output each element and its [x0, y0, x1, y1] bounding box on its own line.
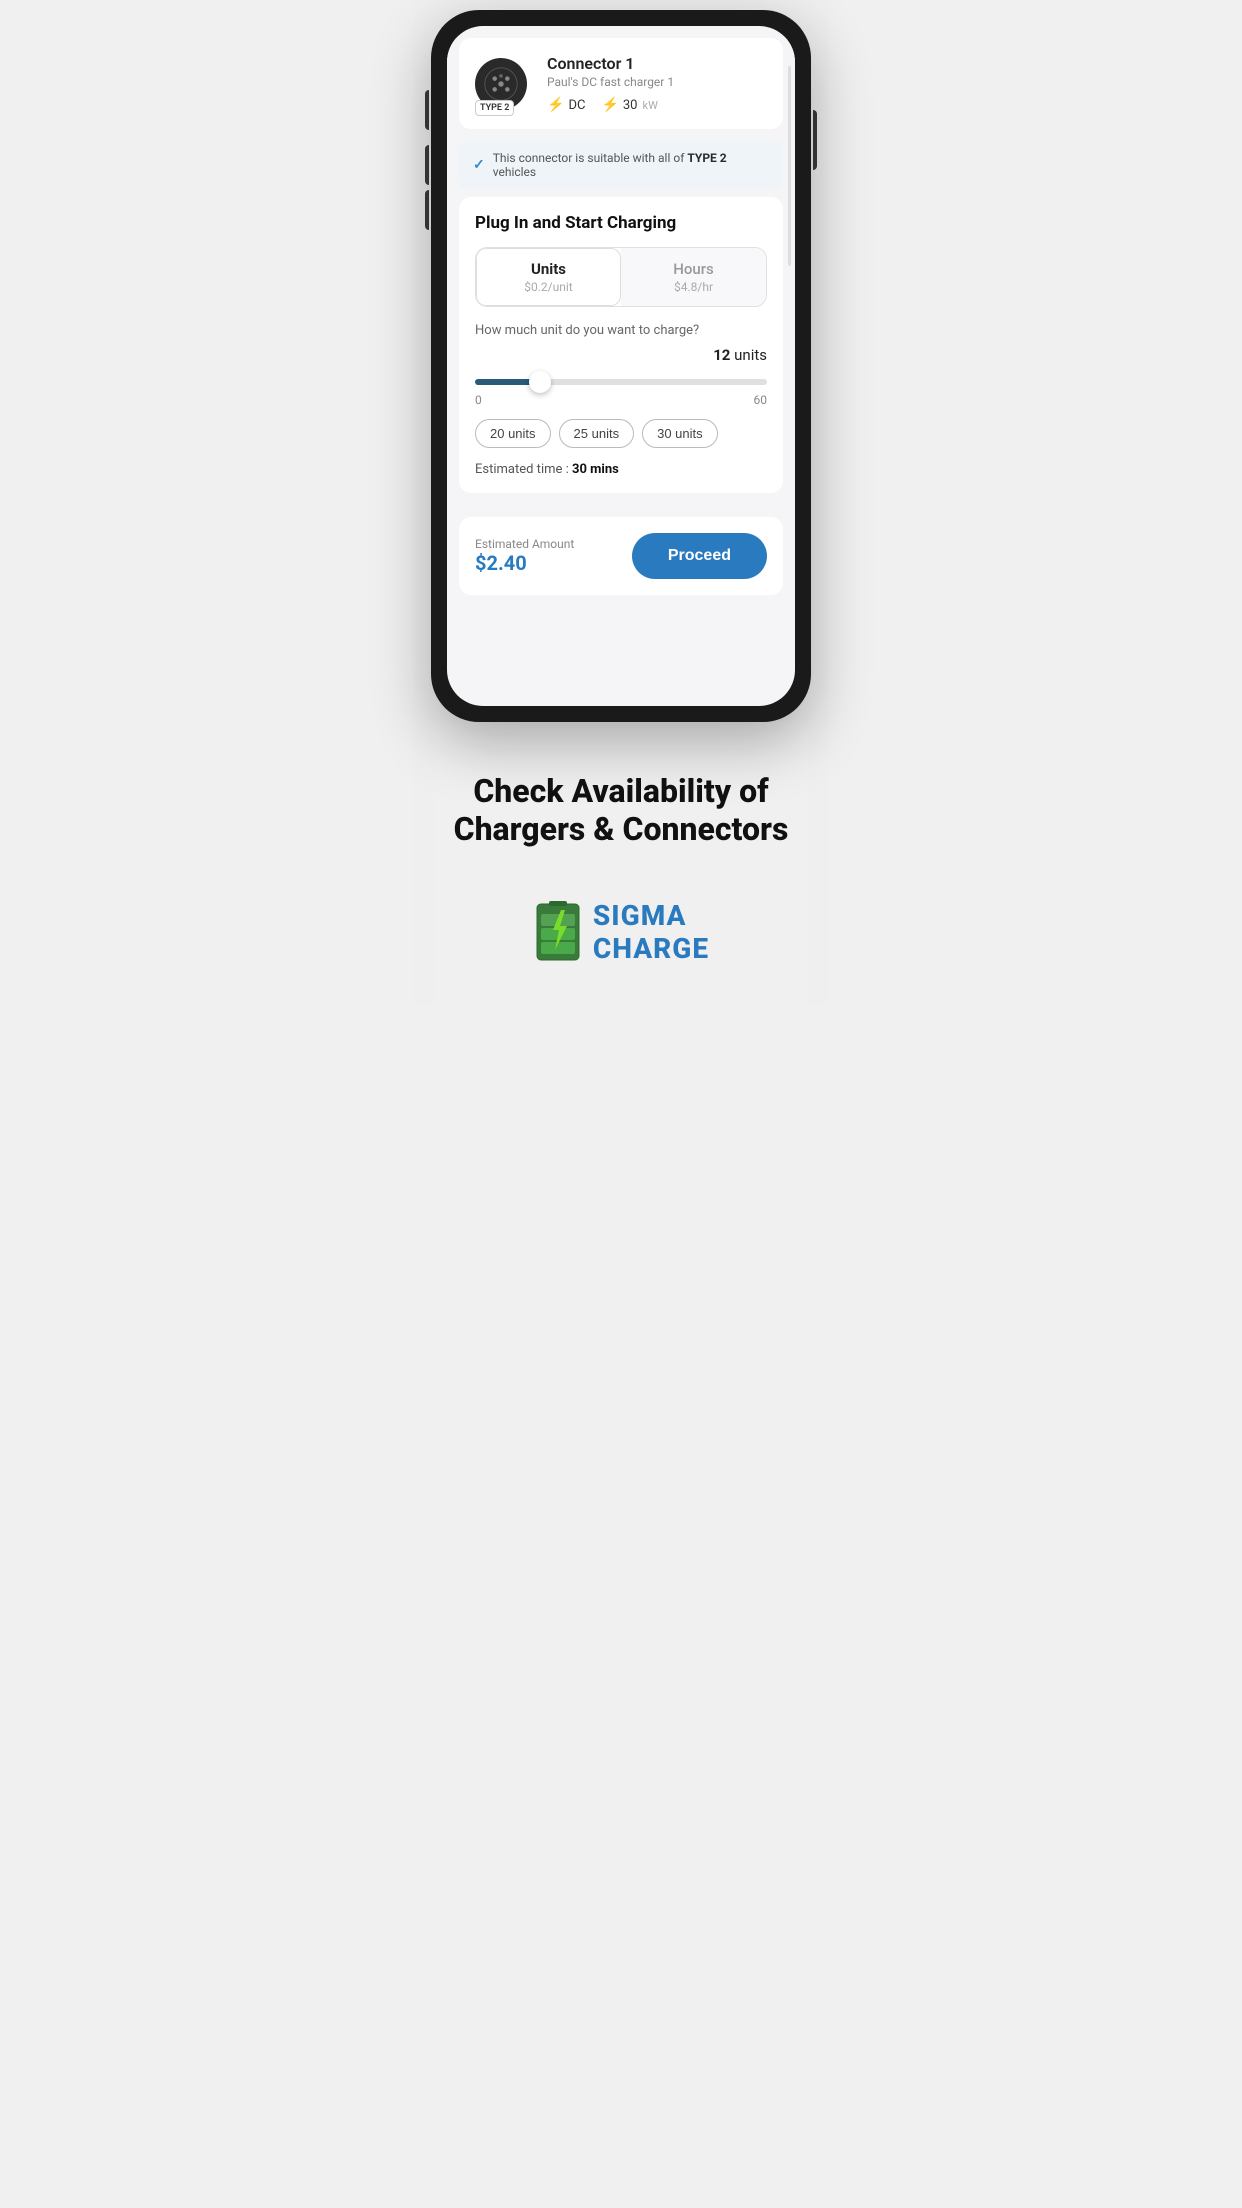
headline: Check Availability of Chargers & Connect… — [454, 772, 789, 849]
power-value: 30 — [623, 98, 638, 113]
logo-wrap: SIGMA CHARGE — [454, 899, 789, 965]
scrollbar — [788, 66, 791, 266]
headline-line2: Chargers & Connectors — [454, 810, 789, 848]
slider-min: 0 — [475, 393, 482, 407]
unit-display: 12 units — [475, 346, 767, 364]
tab-selector[interactable]: Units $0.2/unit Hours $4.8/hr — [475, 247, 767, 307]
connector-name: Connector 1 — [547, 54, 767, 73]
tab-hours-price: $4.8/hr — [629, 280, 758, 294]
logo-battery-icon — [533, 900, 583, 964]
bottom-bar: Estimated Amount $2.40 Proceed — [459, 517, 783, 595]
tab-units[interactable]: Units $0.2/unit — [476, 248, 621, 306]
connector-card: TYPE 2 Connector 1 Paul's DC fast charge… — [459, 38, 783, 129]
connector-svg-icon — [483, 66, 519, 102]
headline-line1: Check Availability of — [473, 772, 768, 810]
plug-section: Plug In and Start Charging Units $0.2/un… — [459, 197, 783, 493]
dc-icon: ⚡️ — [547, 97, 564, 113]
spec-dc: ⚡️ DC — [547, 97, 585, 113]
unit-question: How much unit do you want to charge? — [475, 323, 767, 338]
suitability-bar: ✓ This connector is suitable with all of… — [459, 141, 783, 189]
spacer — [447, 501, 795, 517]
slider-range: 0 60 — [475, 393, 767, 407]
tab-hours[interactable]: Hours $4.8/hr — [621, 248, 766, 306]
logo-sigma: SIGMA — [593, 899, 709, 932]
connector-specs: ⚡️ DC ⚡ 30 kW — [547, 97, 767, 113]
proceed-button[interactable]: Proceed — [632, 533, 767, 579]
connector-icon-wrap: TYPE 2 — [475, 58, 535, 110]
power-unit: kW — [643, 99, 658, 112]
chip-25[interactable]: 25 units — [559, 419, 635, 448]
logo-charge: CHARGE — [593, 932, 709, 965]
logo-text: SIGMA CHARGE — [593, 899, 709, 965]
amount-section: Estimated Amount $2.40 — [475, 537, 574, 575]
estimated-time: Estimated time : 30 mins — [475, 462, 767, 477]
phone-screen: TYPE 2 Connector 1 Paul's DC fast charge… — [447, 26, 795, 706]
screen-content: TYPE 2 Connector 1 Paul's DC fast charge… — [447, 38, 795, 595]
dc-label: DC — [568, 98, 585, 113]
amount-label: Estimated Amount — [475, 537, 574, 551]
lightning-icon: ⚡ — [601, 97, 618, 113]
plug-title: Plug In and Start Charging — [475, 213, 767, 233]
charger-name: Paul's DC fast charger 1 — [547, 75, 767, 89]
below-phone: Check Availability of Chargers & Connect… — [434, 722, 809, 1005]
slider-max: 60 — [754, 393, 768, 407]
unit-count: 12 — [713, 346, 730, 364]
type-badge: TYPE 2 — [475, 100, 514, 116]
tab-units-price: $0.2/unit — [484, 280, 613, 294]
amount-value: $2.40 — [475, 551, 574, 575]
phone-frame: TYPE 2 Connector 1 Paul's DC fast charge… — [431, 10, 811, 722]
estimated-time-value: 30 mins — [572, 462, 619, 477]
tab-hours-name: Hours — [629, 260, 758, 278]
chip-30[interactable]: 30 units — [642, 419, 718, 448]
quick-select: 20 units 25 units 30 units — [475, 419, 767, 448]
tab-units-name: Units — [484, 260, 613, 278]
slider-wrap — [475, 370, 767, 389]
unit-label: units — [734, 346, 767, 364]
spec-power: ⚡ 30 kW — [601, 97, 657, 113]
unit-slider[interactable] — [475, 379, 767, 385]
check-icon: ✓ — [473, 157, 485, 173]
suitability-text: This connector is suitable with all of T… — [493, 151, 769, 179]
chip-20[interactable]: 20 units — [475, 419, 551, 448]
connector-info: Connector 1 Paul's DC fast charger 1 ⚡️ … — [547, 54, 767, 113]
page-wrapper: TYPE 2 Connector 1 Paul's DC fast charge… — [414, 0, 828, 1005]
